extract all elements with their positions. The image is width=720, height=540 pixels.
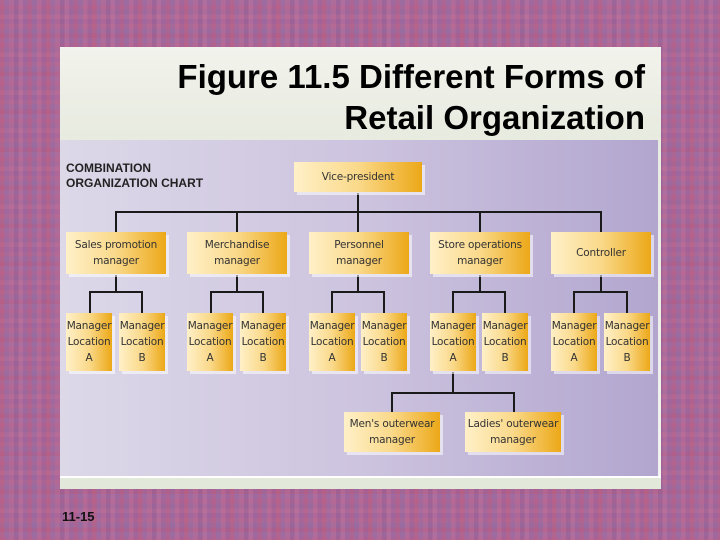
- connector-loc-2-a: [210, 291, 212, 314]
- connector-dept-1: [115, 211, 117, 233]
- connector-root-down: [357, 193, 359, 213]
- org-node-ladies-outerwear-manager: Ladies' outerwear manager: [465, 412, 561, 452]
- org-node-controller-location-b: Manager Location B: [604, 313, 650, 371]
- org-node-merchandise-manager: Merchandise manager: [187, 232, 287, 274]
- connector-loc-1-bar: [89, 291, 143, 293]
- connector-loc-3-a: [331, 291, 333, 314]
- title-line-1: Figure 11.5 Different Forms of: [177, 58, 645, 95]
- org-node-store-ops-location-a: Manager Location A: [430, 313, 476, 371]
- connector-dept-5: [600, 211, 602, 233]
- chart-heading: COMBINATION ORGANIZATION CHART: [66, 161, 203, 191]
- connector-loc-3-b: [383, 291, 385, 314]
- org-node-mens-outerwear-manager: Men's outerwear manager: [344, 412, 440, 452]
- org-node-sales-location-a: Manager Location A: [66, 313, 112, 371]
- bottom-strip: [60, 476, 661, 489]
- page-number: 11-15: [62, 509, 95, 524]
- connector-loc-4-a: [452, 291, 454, 314]
- connector-loc-4-bar: [452, 291, 506, 293]
- org-node-store-operations-manager: Store operations manager: [430, 232, 530, 274]
- connector-loc-2-bar: [210, 291, 264, 293]
- chart-heading-line-1: COMBINATION: [66, 161, 152, 175]
- org-node-merchandise-location-a: Manager Location A: [187, 313, 233, 371]
- connector-loc-2-down: [236, 275, 238, 292]
- connector-sub-down: [452, 372, 454, 393]
- org-node-personnel-location-a: Manager Location A: [309, 313, 355, 371]
- org-node-store-ops-location-b: Manager Location B: [482, 313, 528, 371]
- connector-sub-2: [513, 392, 515, 412]
- connector-dept-2: [236, 211, 238, 233]
- org-node-controller-location-a: Manager Location A: [551, 313, 597, 371]
- connector-loc-5-b: [626, 291, 628, 314]
- slide-title: Figure 11.5 Different Forms of Retail Or…: [85, 56, 645, 138]
- connector-loc-3-down: [357, 275, 359, 292]
- chart-heading-line-2: ORGANIZATION CHART: [66, 176, 204, 190]
- connector-loc-5-a: [573, 291, 575, 314]
- connector-dept-4: [479, 211, 481, 233]
- connector-sub-bar: [391, 392, 515, 394]
- connector-loc-3-bar: [331, 291, 385, 293]
- org-node-sales-promotion-manager: Sales promotion manager: [66, 232, 166, 274]
- org-node-merchandise-location-b: Manager Location B: [240, 313, 286, 371]
- connector-dept-3: [357, 211, 359, 233]
- connector-loc-4-down: [479, 275, 481, 292]
- connector-loc-1-down: [115, 275, 117, 292]
- connector-loc-5-down: [600, 275, 602, 292]
- connector-loc-1-a: [89, 291, 91, 314]
- org-node-personnel-manager: Personnel manager: [309, 232, 409, 274]
- title-line-2: Retail Organization: [344, 99, 645, 136]
- org-node-personnel-location-b: Manager Location B: [361, 313, 407, 371]
- connector-loc-2-b: [262, 291, 264, 314]
- connector-loc-4-b: [504, 291, 506, 314]
- connector-loc-1-b: [141, 291, 143, 314]
- connector-loc-5-bar: [573, 291, 627, 293]
- connector-sub-1: [391, 392, 393, 412]
- org-node-controller: Controller: [551, 232, 651, 274]
- org-node-sales-location-b: Manager Location B: [119, 313, 165, 371]
- org-node-vice-president: Vice-president: [294, 162, 422, 192]
